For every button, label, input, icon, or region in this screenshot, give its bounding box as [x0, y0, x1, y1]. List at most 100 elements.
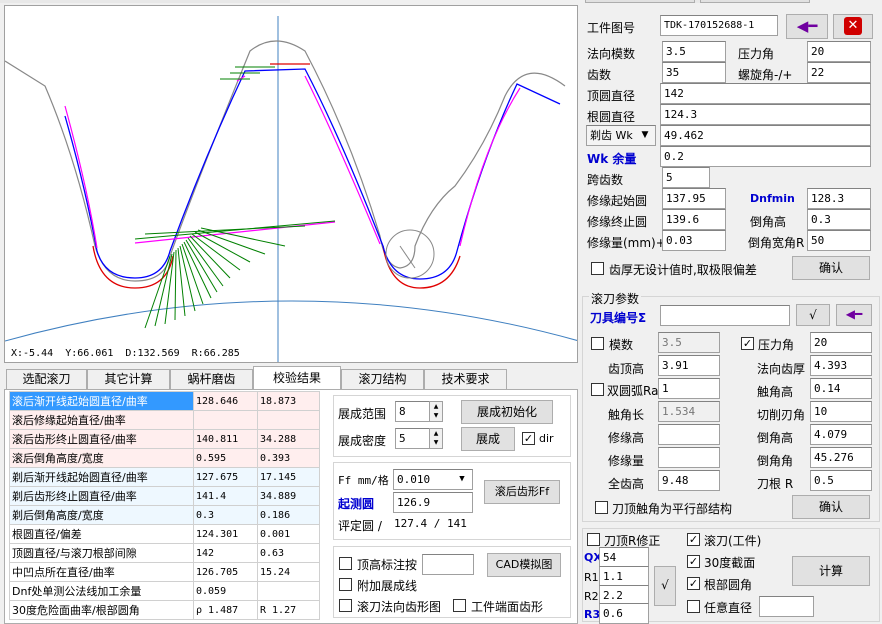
range-spinner[interactable]: ▲ ▼ — [429, 401, 443, 422]
result-row[interactable]: 剃后齿形终止圆直径/曲率 141.4 34.889 — [9, 486, 320, 506]
span-teeth-input[interactable]: 5 — [662, 167, 710, 188]
tool-no-input[interactable] — [660, 305, 790, 326]
no-design-checkbox[interactable] — [591, 262, 604, 275]
double-arc-input[interactable]: 1 — [658, 378, 720, 399]
dir-checkbox[interactable]: ✓ — [522, 432, 535, 445]
tab-check-results[interactable]: 校验结果 — [253, 366, 341, 390]
result-value: 126.705 — [193, 562, 258, 582]
result-value: 141.4 — [193, 486, 258, 506]
tip-dia-input[interactable]: 142 — [660, 83, 871, 104]
tab-select-hob[interactable]: 选配滚刀 — [6, 369, 87, 389]
hob-confirm-button[interactable]: 确认 — [792, 495, 870, 519]
hob-chamfer-height-input[interactable]: 4.079 — [810, 424, 872, 445]
gear-canvas[interactable]: X:-5.44 Y:66.061 D:132.569 R:66.285 — [4, 5, 578, 363]
hob-module-input[interactable]: 3.5 — [658, 332, 720, 353]
close-button[interactable]: ✕ — [833, 14, 873, 39]
helix-angle-input[interactable]: 22 — [807, 62, 871, 83]
result-value: 0.3 — [193, 505, 258, 525]
mod-start-input[interactable]: 137.95 — [662, 188, 726, 209]
pressure-angle-input[interactable]: 20 — [807, 41, 871, 62]
sec30-checkbox[interactable]: ✓ — [687, 555, 700, 568]
hob-normal-checkbox[interactable] — [339, 599, 352, 612]
calculate-button[interactable]: 计算 — [792, 556, 870, 586]
hob-mod-height-input[interactable] — [658, 424, 720, 445]
hob-work-checkbox[interactable]: ✓ — [687, 533, 700, 546]
generate-button[interactable]: 展成 — [461, 427, 515, 451]
result-value: 0.001 — [257, 524, 320, 544]
hob-chamfer-angle-input[interactable]: 45.276 — [810, 447, 872, 468]
result-row[interactable]: 30度危险面曲率/根部圆角 ρ 1.487 R 1.27 — [9, 600, 320, 620]
result-value: 0.595 — [193, 448, 258, 468]
dnfmin-input[interactable]: 128.3 — [807, 188, 871, 209]
extra-lines-checkbox[interactable] — [339, 578, 352, 591]
any-dia-checkbox[interactable] — [687, 600, 700, 613]
import-arrow-button[interactable]: ◀━ — [786, 14, 828, 39]
tool-check-button[interactable]: √ — [796, 304, 830, 326]
mod-amount-input[interactable]: 0.03 — [662, 230, 726, 251]
density-input[interactable]: 5 — [395, 428, 430, 449]
hob-normal-thk-label: 法向齿厚 — [757, 362, 806, 376]
chamfer-height-input[interactable]: 0.3 — [807, 209, 871, 230]
prot-height-input[interactable]: 0.14 — [810, 378, 872, 399]
cut-angle-input[interactable]: 10 — [810, 401, 872, 422]
tool-import-button[interactable]: ◀━ — [836, 304, 872, 326]
hob-pressure-input[interactable]: 20 — [810, 332, 872, 353]
result-row[interactable]: 滚后齿形终止圆直径/曲率 140.811 34.288 — [9, 429, 320, 449]
result-row[interactable]: 根圆直径/偏差 124.301 0.001 — [9, 524, 320, 544]
hob-mod-amount-input[interactable] — [658, 447, 720, 468]
result-row[interactable]: 滚后倒角高度/宽度 0.595 0.393 — [9, 448, 320, 468]
module-input[interactable]: 3.5 — [662, 41, 726, 62]
hob-addendum-input[interactable]: 3.91 — [658, 355, 720, 376]
ff-select[interactable]: 0.010 ▼ — [393, 469, 473, 490]
tip-r-checkbox[interactable] — [587, 533, 600, 546]
prot-length-input[interactable]: 1.534 — [658, 401, 720, 422]
r-check-button[interactable]: √ — [654, 566, 676, 606]
teeth-input[interactable]: 35 — [662, 62, 726, 83]
hob-pressure-checkbox[interactable]: ✓ — [741, 337, 754, 350]
parallel-checkbox[interactable] — [595, 501, 608, 514]
root-dia-input[interactable]: 124.3 — [660, 104, 871, 125]
part-confirm-button[interactable]: 确认 — [792, 256, 870, 280]
result-row[interactable]: 滚后修缘起始直径/曲率 — [9, 410, 320, 430]
double-arc-checkbox[interactable] — [591, 383, 604, 396]
full-height-input[interactable]: 9.48 — [658, 470, 720, 491]
eval-circle-input[interactable]: 127.4 / 141 — [391, 514, 563, 535]
result-value: 140.811 — [193, 429, 258, 449]
hob-normal-thk-input[interactable]: 4.393 — [810, 355, 872, 376]
chamfer-width-input[interactable]: 50 — [807, 230, 871, 251]
result-row[interactable]: 顶圆直径/与滚刀根部间隙 142 0.63 — [9, 543, 320, 563]
start-circle-input[interactable]: 126.9 — [393, 492, 473, 513]
root-fillet-checkbox[interactable]: ✓ — [687, 577, 700, 590]
cad-sim-button[interactable]: CAD模拟图 — [487, 553, 561, 577]
hob-ff-button[interactable]: 滚后齿形Ff — [484, 480, 560, 504]
coord-y: Y:66.061 — [65, 348, 114, 359]
result-row[interactable]: 剃后倒角高度/宽度 0.3 0.186 — [9, 505, 320, 525]
root-r-input[interactable]: 0.5 — [810, 470, 872, 491]
top-mark-input[interactable] — [422, 554, 474, 575]
result-row[interactable]: Dnf处单测公法线加工余量 0.059 — [9, 581, 320, 601]
work-face-checkbox[interactable] — [453, 599, 466, 612]
wk-input[interactable]: 49.462 — [660, 125, 871, 146]
wk-select[interactable]: 剃齿 Wk ▼ — [586, 125, 656, 146]
qx-input[interactable]: 54 — [599, 547, 649, 568]
range-input[interactable]: 8 — [395, 401, 430, 422]
tab-tech-requirements[interactable]: 技术要求 — [424, 369, 507, 389]
wk-allow-input[interactable]: 0.2 — [660, 146, 871, 167]
top-mark-checkbox[interactable] — [339, 557, 352, 570]
r3-input[interactable]: 0.6 — [599, 603, 649, 624]
any-dia-input[interactable] — [759, 596, 814, 617]
drawing-no-input[interactable]: TDK-170152688-1 — [660, 15, 778, 36]
result-row[interactable]: 剃后渐开线起始圆直径/曲率 127.675 17.145 — [9, 467, 320, 487]
hob-chamfer-height-label: 倒角高 — [757, 431, 794, 445]
result-row[interactable]: 滚后渐开线起始圆直径/曲率 128.646 18.873 — [9, 391, 320, 411]
mod-end-input[interactable]: 139.6 — [662, 209, 726, 230]
hob-section-label: 滚刀参数 — [589, 290, 642, 307]
tab-hob-structure[interactable]: 滚刀结构 — [341, 369, 424, 389]
tab-other-calc[interactable]: 其它计算 — [87, 369, 170, 389]
r1-input[interactable]: 1.1 — [599, 566, 649, 587]
result-row[interactable]: 中凹点所在直径/曲率 126.705 15.24 — [9, 562, 320, 582]
hob-module-checkbox[interactable] — [591, 337, 604, 350]
tab-worm-grind[interactable]: 蜗杆磨齿 — [170, 369, 253, 389]
density-spinner[interactable]: ▲ ▼ — [429, 428, 443, 449]
init-generation-button[interactable]: 展成初始化 — [461, 400, 553, 424]
